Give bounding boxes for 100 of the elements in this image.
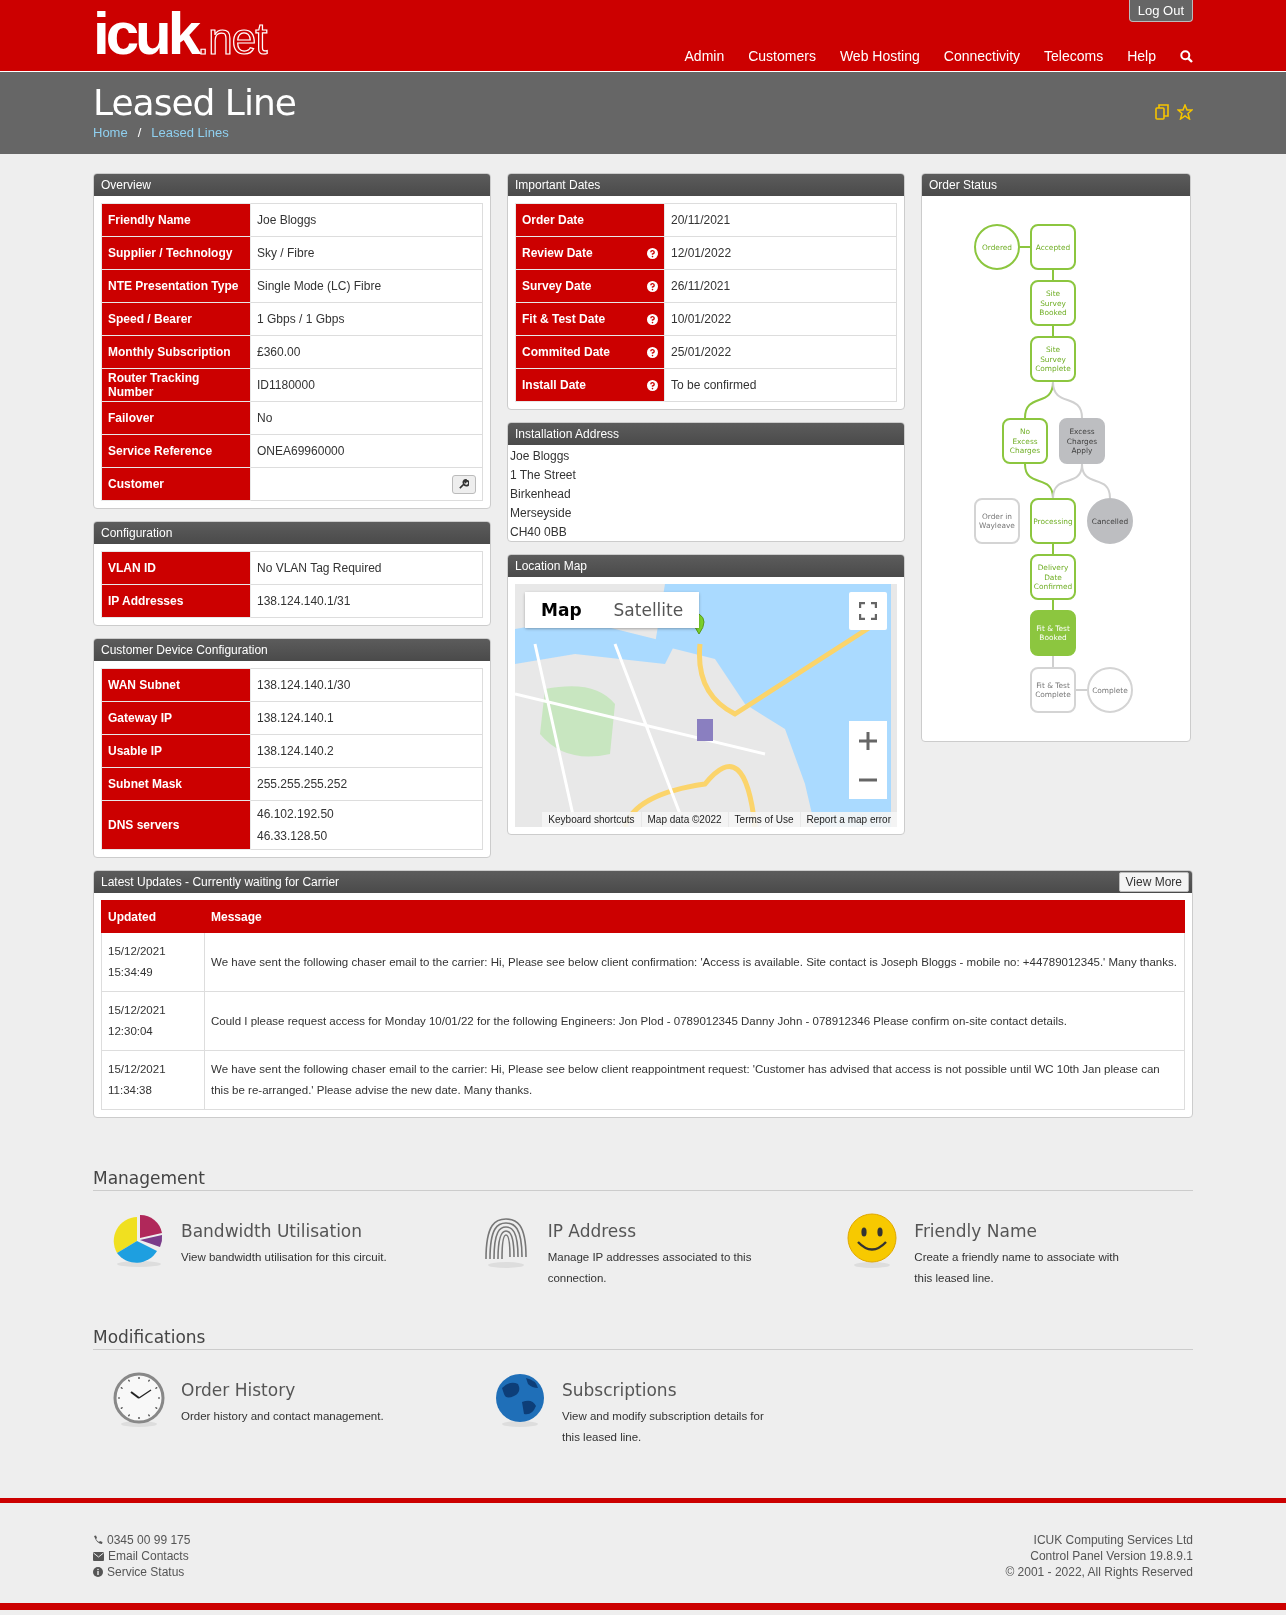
footer-link[interactable]: Service Status (107, 1565, 185, 1579)
help-icon (647, 346, 658, 358)
update-date: 15/12/2021 (108, 1003, 167, 1018)
breadcrumb-link[interactable]: Leased Lines (151, 125, 229, 140)
table-value: 1 Gbps / 1 Gbps (257, 312, 345, 326)
wrench-icon (459, 478, 469, 490)
feature-link[interactable]: Order History (181, 1380, 401, 1400)
panel-title: Order Status (929, 178, 998, 192)
connector-line (1052, 381, 1083, 419)
nav-link[interactable]: Customers (748, 48, 816, 64)
address-line: Birkenhead (510, 487, 572, 501)
update-message: We have sent the following chaser email to the carrier: Hi, Please see below client confirmation: 'Access is available. Site contact is Joseph Bloggs - mobile no: +44789012345.' Many thanks. (204, 932, 1185, 992)
update-date: 15/12/2021 (108, 1062, 167, 1077)
phone-icon (93, 1535, 103, 1545)
map-type-tab[interactable]: Satellite (597, 592, 700, 628)
date-label: Review Date (522, 246, 593, 260)
help-icon (647, 247, 658, 259)
copy-icon[interactable] (1155, 104, 1169, 120)
date-label: Survey Date (522, 279, 592, 293)
feature-link[interactable]: Subscriptions (562, 1380, 782, 1400)
panel-title: Configuration (101, 526, 173, 540)
table-value: 12/01/2022 (671, 246, 732, 260)
minus-icon (859, 777, 877, 782)
row-label: NTE Presentation Type (101, 269, 251, 303)
page-title: Leased Line (93, 82, 296, 123)
map-attribution-link[interactable]: Report a map error (800, 812, 897, 827)
table-value: £360.00 (257, 345, 301, 359)
row-label: IP Addresses (101, 584, 251, 618)
feature-link[interactable]: IP Address (547, 1221, 768, 1241)
map-type-tab[interactable]: Map (525, 592, 598, 628)
footer-text: ICUK Computing Services Ltd (1033, 1533, 1193, 1547)
footer-link[interactable]: 0345 00 99 175 (107, 1533, 191, 1547)
panel-title: Overview (101, 178, 151, 192)
update-message: Could I please request access for Monday 10/01/22 for the following Engineers: Jon Plod - 0789012345 Danny John - 078912346 Please confirm on-site contact details. (204, 991, 1185, 1051)
footer-link[interactable]: Email Contacts (108, 1549, 189, 1563)
connector-line (1052, 269, 1054, 281)
nav-link[interactable]: Telecoms (1044, 48, 1104, 64)
feature-description: Order history and contact management. (181, 1409, 385, 1424)
help-icon (647, 280, 658, 292)
row-label: Friendly Name (101, 203, 251, 237)
table-value: 46.33.128.50 (257, 829, 329, 843)
panel-title: Location Map (515, 559, 588, 573)
panel-title: Latest Updates - Currently waiting for Carrier (101, 875, 340, 889)
address-line: Joe Bloggs (510, 449, 571, 463)
map-attribution-link[interactable]: Terms of Use (728, 812, 800, 827)
breadcrumb-link[interactable]: Home (93, 125, 128, 140)
update-time: 12:30:04 (108, 1024, 154, 1039)
table-value: ONEA69960000 (257, 444, 345, 458)
connector-line (1081, 463, 1111, 499)
nav-link[interactable]: Admin (684, 48, 725, 64)
logo[interactable]: icuk.net (93, 4, 267, 71)
update-message: We have sent the following chaser email to the carrier: Hi, Please see below client reappointment request: 'Customer has advised that access is not possible until WC 10th Jan please can this be re-arranged.' Please advise the new date. Many thanks. (204, 1050, 1185, 1110)
view-more-button[interactable]: View More (1118, 872, 1189, 892)
nav-link[interactable]: Web Hosting (839, 48, 920, 64)
table-value: ID1180000 (257, 378, 315, 392)
connector-line (1052, 599, 1054, 611)
table-value: Sky / Fibre (257, 246, 315, 260)
star-icon[interactable] (1177, 104, 1193, 120)
table-value: 10/01/2022 (671, 312, 732, 326)
map-attribution-link[interactable]: Keyboard shortcuts (542, 812, 641, 827)
nav-link[interactable]: Connectivity (943, 48, 1021, 64)
row-label: Failover (101, 401, 251, 435)
connector-line (1052, 543, 1054, 555)
fullscreen-icon (859, 602, 877, 620)
row-label: Usable IP (101, 734, 251, 768)
row-label: Speed / Bearer (101, 302, 251, 336)
column-header: Message (204, 900, 1185, 933)
address-line: CH40 0BB (510, 525, 568, 539)
panel-title: Customer Device Configuration (101, 643, 268, 657)
table-value: No VLAN Tag Required (257, 561, 382, 575)
table-value: 26/11/2021 (671, 279, 731, 293)
update-time: 11:34:38 (108, 1083, 153, 1098)
table-value: To be confirmed (671, 378, 757, 392)
fullscreen-button[interactable] (849, 592, 887, 630)
map-attribution-link[interactable]: Map data ©2022 (641, 812, 728, 827)
date-label: Fit & Test Date (522, 312, 606, 326)
table-value: Single Mode (LC) Fibre (257, 279, 382, 293)
table-value: 138.124.140.2 (257, 744, 334, 758)
search-icon[interactable] (1180, 49, 1193, 63)
feature-link[interactable]: Bandwidth Utilisation (181, 1221, 401, 1241)
date-label: Commited Date (522, 345, 610, 359)
info-icon (93, 1567, 103, 1577)
address-line: 1 The Street (510, 468, 577, 482)
row-label: Subnet Mask (101, 767, 251, 801)
footer-text: © 2001 - 2022, All Rights Reserved (1005, 1565, 1193, 1579)
connector-line (1019, 246, 1031, 248)
help-icon (647, 379, 658, 391)
update-time: 15:34:49 (108, 965, 154, 980)
help-icon (647, 313, 658, 325)
feature-link[interactable]: Friendly Name (914, 1221, 1135, 1241)
logout-button[interactable]: Log Out (1128, 0, 1193, 22)
edit-button[interactable] (452, 474, 476, 494)
section-heading: Modifications (93, 1327, 1193, 1350)
row-label: Service Reference (101, 434, 251, 468)
connector-line (1052, 325, 1054, 337)
row-label: Monthly Subscription (101, 335, 251, 369)
row-label: Gateway IP (101, 701, 251, 735)
nav-link[interactable]: Help (1127, 48, 1156, 64)
row-label: Customer (101, 467, 251, 501)
breadcrumb-separator: / (137, 125, 142, 140)
